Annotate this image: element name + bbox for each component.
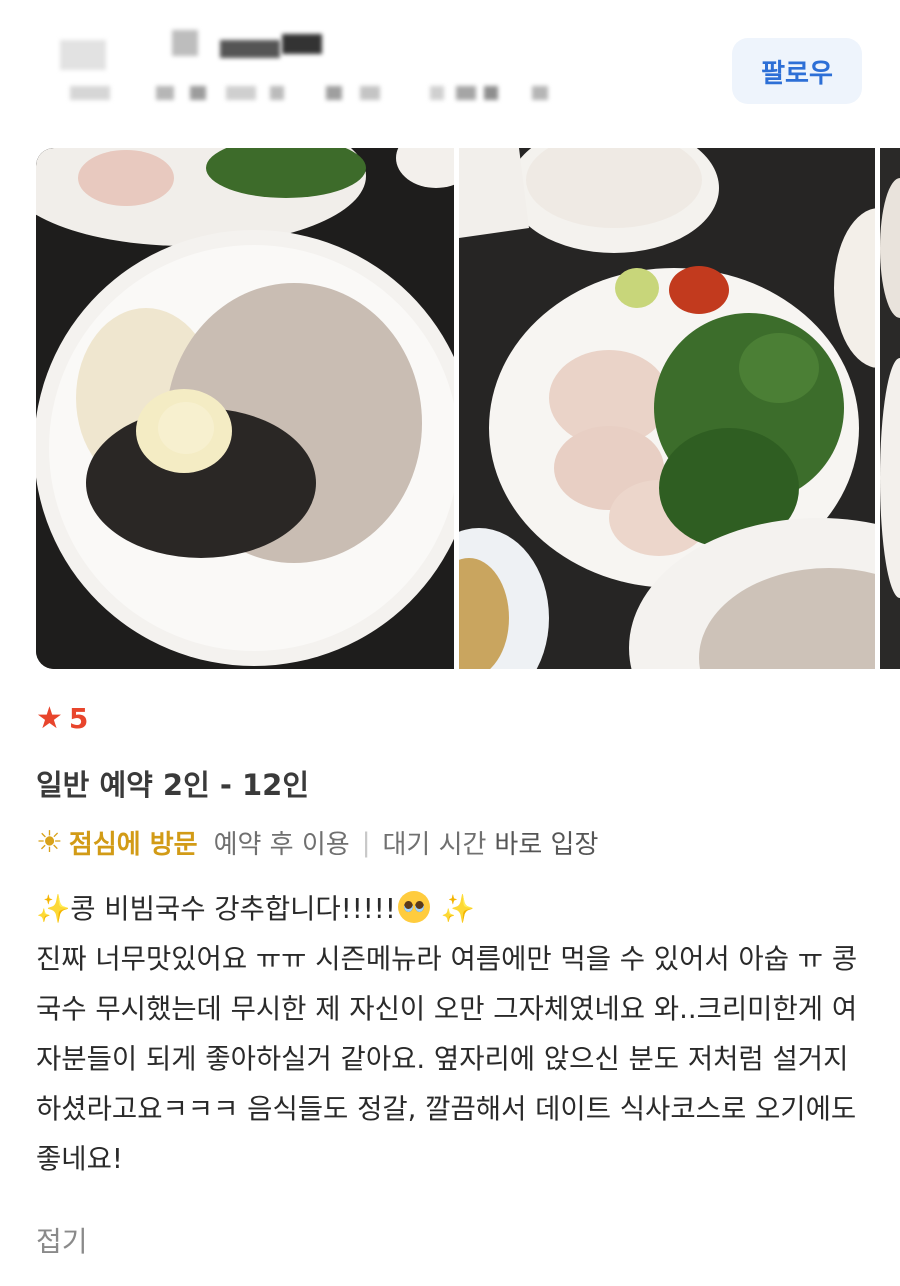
next-photo-peek — [880, 148, 900, 669]
collapse-button[interactable]: 접기 — [36, 1220, 88, 1260]
pork-salad-photo — [459, 148, 875, 669]
profile-blur — [190, 86, 206, 100]
profile-blur — [156, 86, 174, 100]
sun-icon: ☀ — [36, 824, 63, 860]
sparkle-icon: ✨ — [440, 893, 475, 925]
profile-blur — [326, 86, 342, 100]
review-headline-text: 콩 비빔국수 강추합니다!!!!! — [70, 893, 396, 925]
review-photo-1[interactable] — [36, 148, 454, 669]
reservation-info: 일반 예약 2인 - 12인 — [36, 768, 310, 802]
profile-blur — [532, 86, 548, 100]
visit-time-tag: 점심에 방문 — [68, 830, 198, 860]
noodle-bowl-photo — [36, 148, 454, 669]
follow-button[interactable]: 팔로우 — [732, 38, 862, 104]
profile-blur — [226, 86, 256, 100]
profile-blur — [456, 86, 476, 100]
profile-blur — [220, 40, 280, 58]
profile-blur — [484, 86, 498, 100]
profile-blur — [270, 86, 284, 100]
review-photo-2[interactable] — [459, 148, 875, 669]
profile-blur — [360, 86, 380, 100]
review-headline: ✨콩 비빔국수 강추합니다!!!!! ✨ — [36, 884, 866, 934]
wait-value: 바로 입장 — [494, 830, 599, 860]
wait-label: 대기 시간 — [382, 830, 487, 860]
visit-tags: ☀ 점심에 방문 예약 후 이용 | 대기 시간 바로 입장 — [36, 824, 598, 861]
profile-blur — [70, 86, 110, 100]
profile-blur — [430, 86, 444, 100]
rating: ★ 5 — [36, 702, 88, 735]
pleading-face-icon — [397, 891, 430, 923]
review-header: 팔로우 — [0, 0, 900, 140]
review-photo-3[interactable] — [880, 148, 900, 669]
profile-blur — [282, 34, 322, 54]
star-icon: ★ — [36, 700, 63, 736]
review-body: 진짜 너무맛있어요 ㅠㅠ 시즌메뉴라 여름에만 먹을 수 있어서 아숩 ㅠ 콩국… — [36, 943, 865, 1175]
sparkle-icon: ✨ — [36, 893, 71, 925]
reserve-use-tag: 예약 후 이용 — [213, 830, 350, 860]
tag-divider: | — [361, 827, 371, 858]
profile-blur — [60, 40, 106, 70]
profile-blur — [172, 30, 198, 56]
review-text: ✨콩 비빔국수 강추합니다!!!!! ✨ 진짜 너무맛있어요 ㅠㅠ 시즌메뉴라 … — [36, 884, 866, 1184]
rating-score: 5 — [68, 702, 89, 735]
